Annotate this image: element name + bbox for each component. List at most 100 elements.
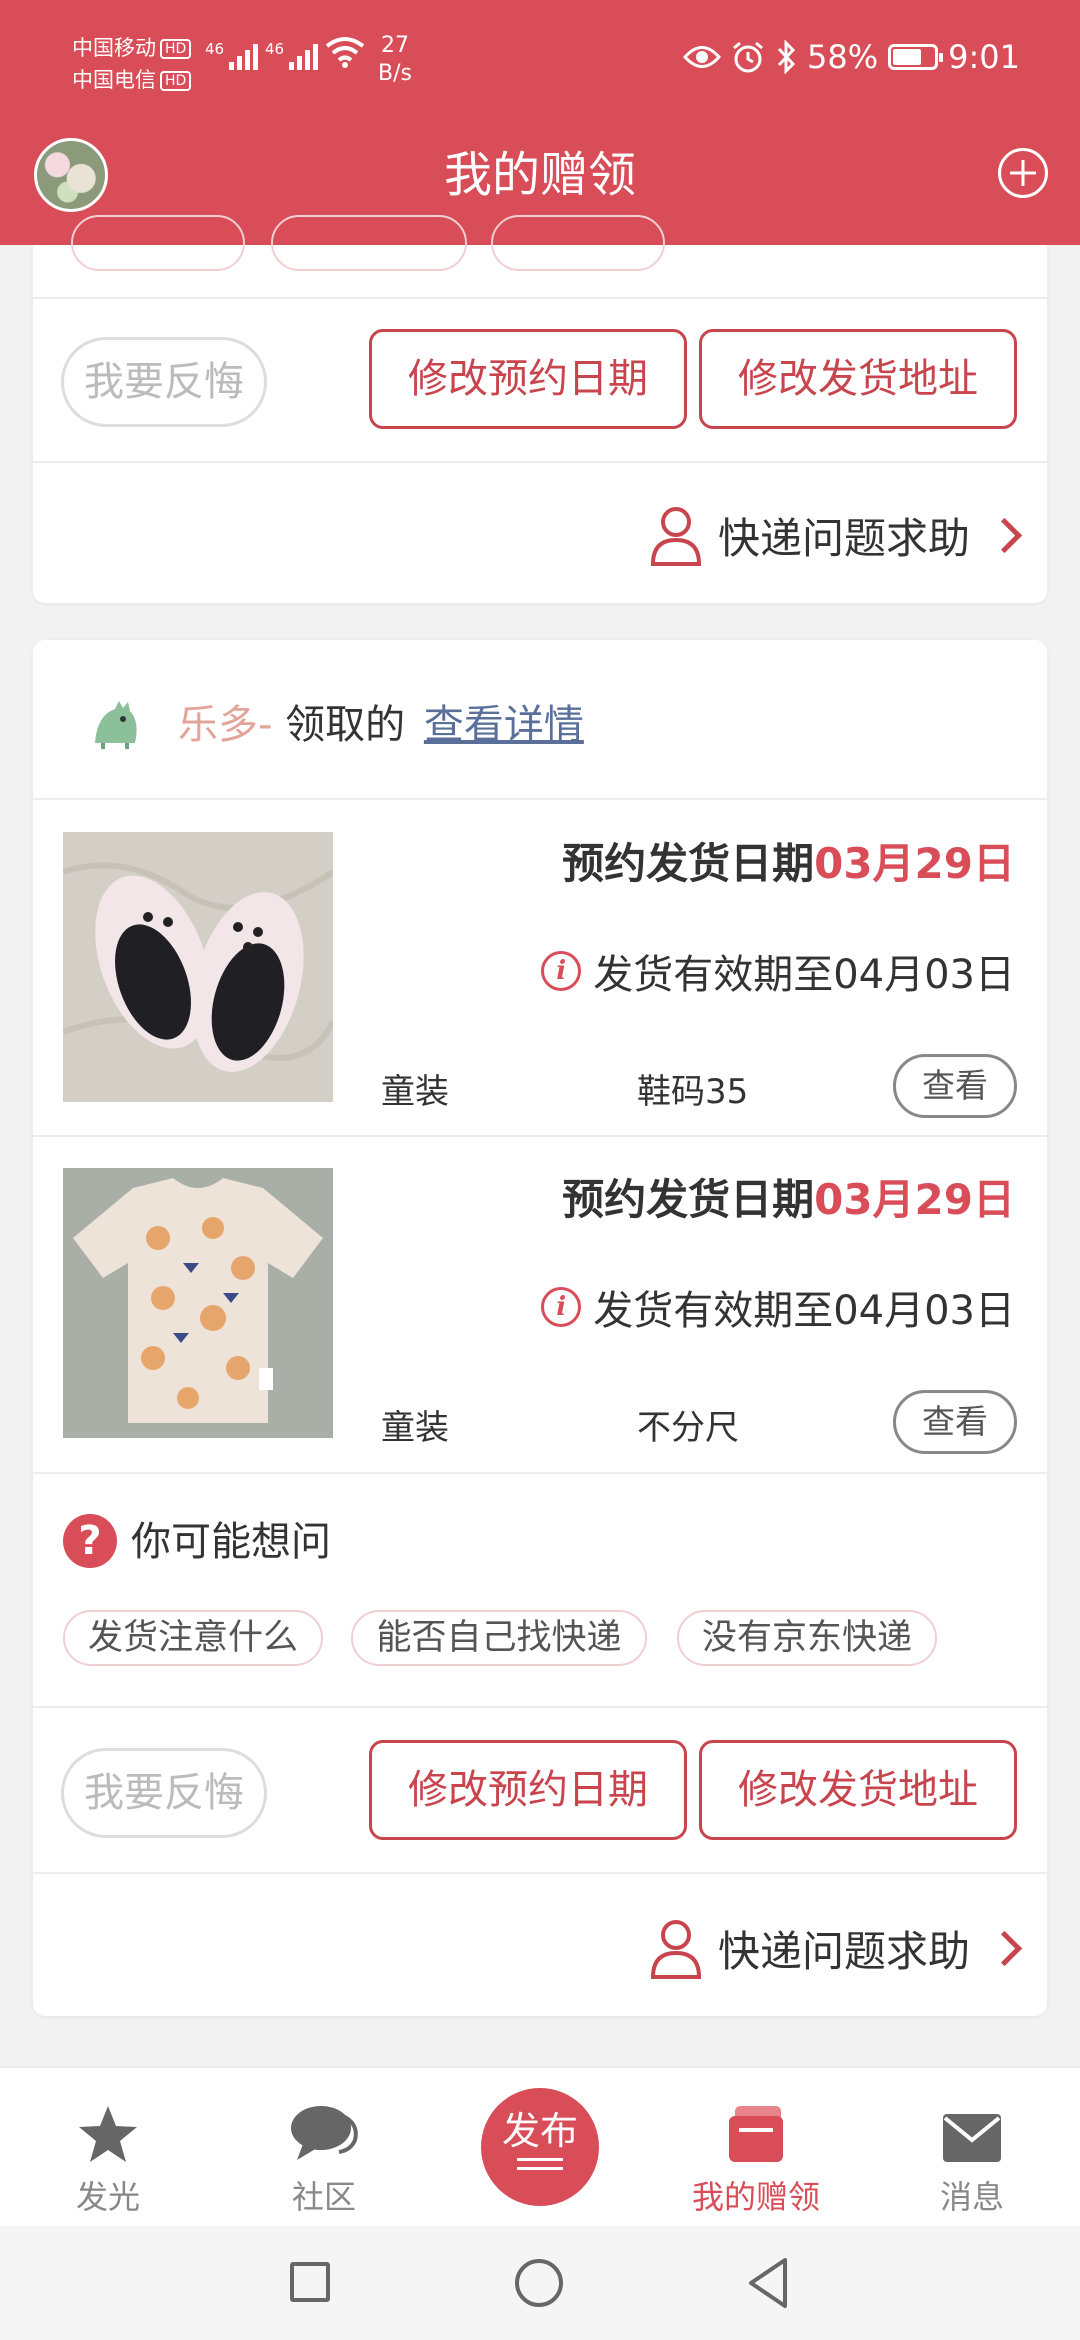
- tab-my-gifts-label: 我的赠领: [691, 2178, 820, 2216]
- publish-button[interactable]: 发布: [481, 2088, 599, 2206]
- tab-messages[interactable]: 消息: [892, 2098, 1052, 2218]
- change-date-button[interactable]: 修改预约日期: [369, 1740, 687, 1840]
- star-icon: [79, 2106, 137, 2162]
- tab-messages-label: 消息: [939, 2178, 1004, 2216]
- hd-badge: HD: [160, 39, 192, 59]
- status-bar: 中国移动 HD 中国电信 HD 46 46 27 B/s 58% 9:01: [0, 0, 1080, 120]
- alarm-icon: [733, 41, 763, 73]
- signal-2-icon: 46: [265, 40, 318, 70]
- recent-apps-icon[interactable]: [290, 2262, 330, 2302]
- item-category: 童装: [381, 1408, 449, 1448]
- home-icon[interactable]: [515, 2259, 563, 2307]
- faq-chip-clipped[interactable]: [71, 215, 245, 271]
- item-size: 不分尺: [637, 1408, 739, 1448]
- product-image-tshirt[interactable]: [63, 1168, 333, 1438]
- system-nav-bar: [0, 2226, 1080, 2340]
- courier-help-link[interactable]: 快递问题求助: [648, 1908, 1023, 1988]
- battery-percent: 58%: [807, 38, 879, 76]
- bottom-tab-bar: 发光 社区 发布 我的赠领 消息: [0, 2066, 1080, 2228]
- chevron-right-icon: [986, 517, 1023, 553]
- claimer-name: 乐多-: [178, 702, 273, 748]
- scheduled-date-value: 03月29日: [814, 839, 1015, 888]
- change-date-button[interactable]: 修改预约日期: [369, 329, 687, 429]
- question-icon: ?: [63, 1514, 117, 1568]
- tab-community-label: 社区: [291, 2178, 356, 2216]
- mail-icon: [943, 2114, 1001, 2162]
- regret-button[interactable]: 我要反悔: [61, 1748, 267, 1838]
- divider: [33, 1872, 1047, 1874]
- hd-badge: HD: [160, 71, 192, 91]
- faq-chip-clipped[interactable]: [271, 215, 467, 271]
- gift-card: 乐多- 领取的 查看详情 预约发货日期03月29日 i 发货有效期至04月03日…: [33, 640, 1047, 2016]
- faq-chip[interactable]: 发货注意什么: [63, 1610, 323, 1666]
- change-address-button[interactable]: 修改发货地址: [699, 329, 1017, 429]
- info-icon: i: [541, 951, 582, 991]
- divider: [33, 1472, 1047, 1474]
- courier-help-label: 快递问题求助: [717, 1926, 970, 1976]
- publish-label: 发布: [501, 2109, 578, 2153]
- courier-help-link[interactable]: 快递问题求助: [648, 495, 1023, 575]
- speed-unit: B/s: [378, 61, 412, 86]
- scheduled-date: 预约发货日期03月29日: [562, 830, 1015, 891]
- scheduled-date-value: 03月29日: [814, 1175, 1015, 1224]
- valid-until-text: 发货有效期至04月03日: [593, 1288, 1015, 1334]
- carrier-1: 中国移动: [72, 36, 156, 60]
- item-size: 鞋码35: [637, 1072, 749, 1112]
- carrier-2: 中国电信: [72, 68, 156, 92]
- product-image-shoes[interactable]: [63, 832, 333, 1102]
- faq-chip-clipped[interactable]: [491, 215, 665, 271]
- divider: [33, 798, 1047, 800]
- carrier-info: 中国移动 HD 中国电信 HD: [72, 32, 192, 96]
- scheduled-date-label: 预约发货日期: [562, 839, 815, 888]
- battery-icon: [888, 44, 944, 70]
- app-header: 中国移动 HD 中国电信 HD 46 46 27 B/s 58% 9:01 我的赠领: [0, 0, 1080, 245]
- page-title: 我的赠领: [443, 147, 636, 203]
- info-icon: i: [541, 1287, 582, 1327]
- clock: 9:01: [948, 38, 1020, 76]
- faq-chip[interactable]: 没有京东快递: [677, 1610, 937, 1666]
- network-speed: 27 B/s: [378, 32, 412, 88]
- claimer-row: 乐多- 领取的 查看详情: [178, 690, 584, 760]
- back-icon[interactable]: [745, 2256, 791, 2310]
- speed-value: 27: [380, 33, 409, 58]
- claimed-text: 领取的: [285, 702, 406, 748]
- valid-until: i 发货有效期至04月03日: [541, 1278, 1015, 1336]
- person-icon: [650, 507, 701, 566]
- faq-title: 你可能想问: [131, 1519, 331, 1565]
- item-category: 童装: [381, 1072, 449, 1112]
- gift-card-previous: 我要反悔 修改预约日期 修改发货地址 快递问题求助: [33, 215, 1047, 603]
- change-address-button[interactable]: 修改发货地址: [699, 1740, 1017, 1840]
- dinosaur-avatar-icon: [95, 701, 137, 749]
- add-icon[interactable]: [998, 148, 1048, 198]
- scheduled-date-label: 预约发货日期: [562, 1175, 815, 1224]
- tab-glow[interactable]: 发光: [28, 2098, 188, 2218]
- divider: [33, 297, 1047, 299]
- scheduled-date: 预约发货日期03月29日: [562, 1166, 1015, 1227]
- divider: [33, 1706, 1047, 1708]
- chevron-right-icon: [986, 1930, 1023, 1966]
- network-type-1: 46: [205, 40, 225, 58]
- eye-icon: [683, 46, 722, 68]
- status-right: 58% 9:01: [683, 38, 1020, 76]
- courier-help-label: 快递问题求助: [717, 513, 970, 563]
- chat-bubble-icon: [291, 2106, 358, 2160]
- view-details-link[interactable]: 查看详情: [424, 702, 584, 748]
- view-item-button[interactable]: 查看: [893, 1054, 1017, 1118]
- bluetooth-icon: [777, 40, 796, 74]
- tab-community[interactable]: 社区: [244, 2098, 404, 2218]
- view-item-button[interactable]: 查看: [893, 1390, 1017, 1454]
- valid-until-text: 发货有效期至04月03日: [593, 952, 1015, 998]
- tab-my-gifts[interactable]: 我的赠领: [676, 2098, 836, 2218]
- divider: [33, 1135, 1047, 1137]
- divider: [33, 461, 1047, 463]
- wallet-icon: [729, 2106, 783, 2162]
- wifi-icon: [325, 36, 365, 72]
- signal-1-icon: 46: [205, 40, 258, 70]
- person-icon: [650, 1920, 701, 1979]
- menu-lines-icon: [517, 2158, 563, 2170]
- faq-chip[interactable]: 能否自己找快递: [351, 1610, 647, 1666]
- valid-until: i 发货有效期至04月03日: [541, 942, 1015, 1000]
- network-type-2: 46: [265, 40, 285, 58]
- regret-button[interactable]: 我要反悔: [61, 337, 267, 427]
- tab-glow-label: 发光: [75, 2178, 140, 2216]
